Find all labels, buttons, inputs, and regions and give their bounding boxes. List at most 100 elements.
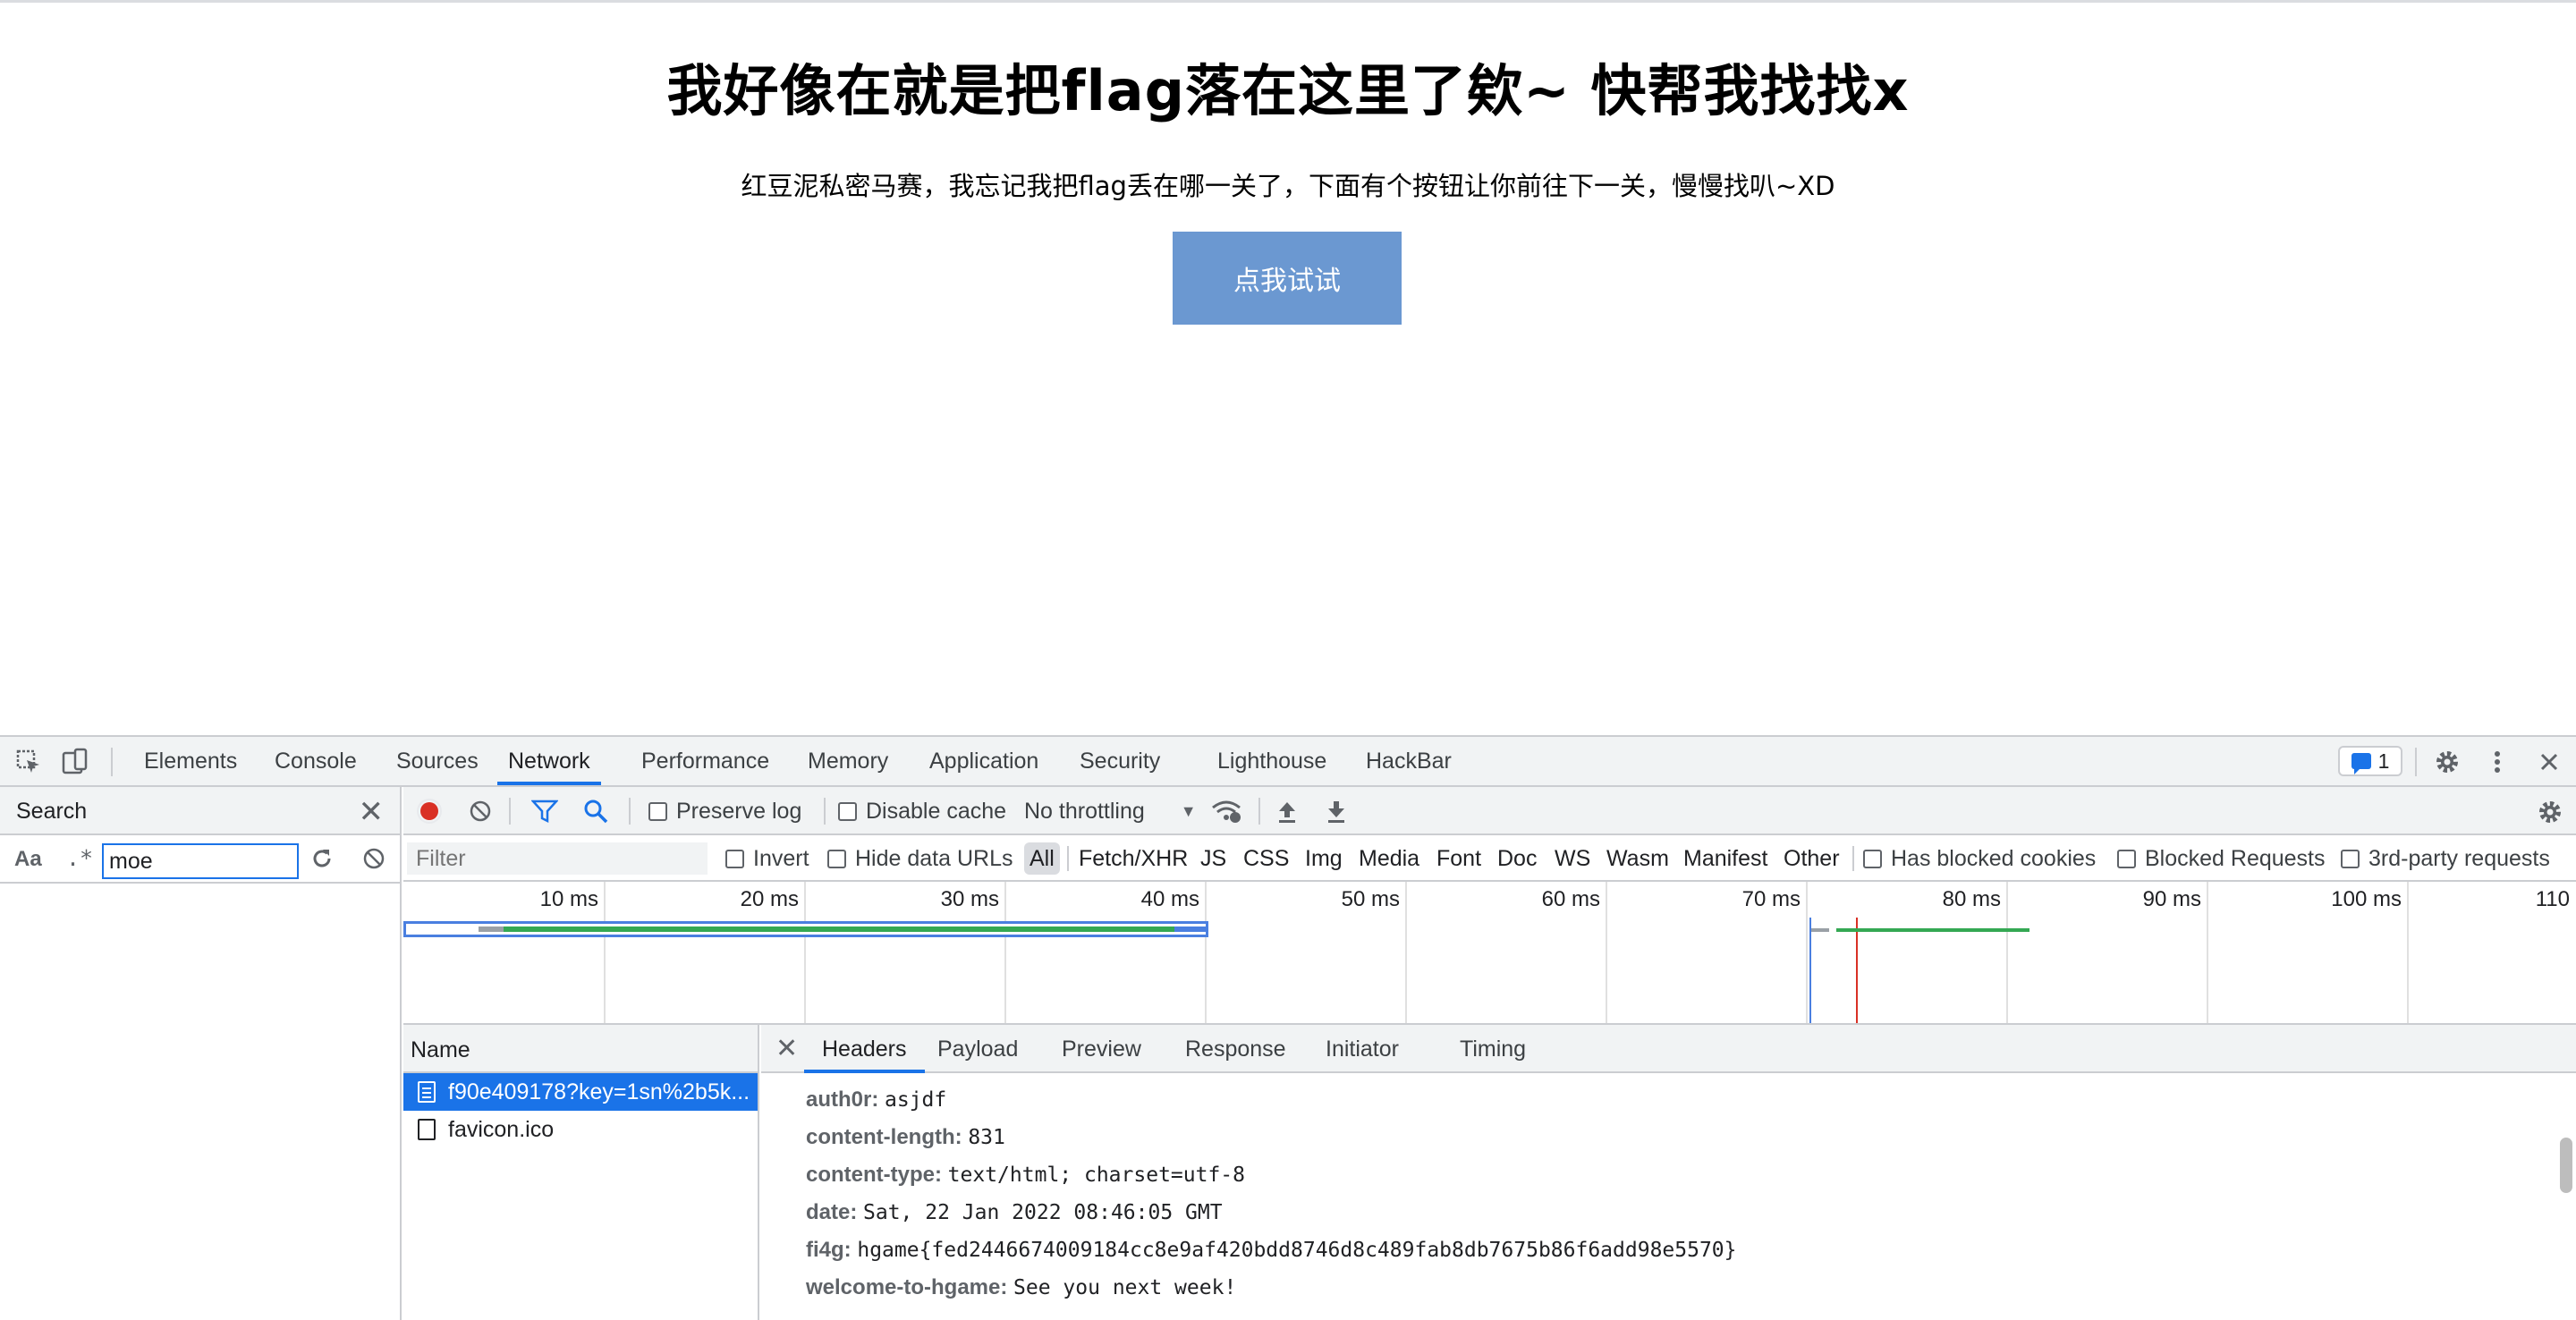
filter-type-wasm[interactable]: Wasm [1606,835,1669,882]
header-value: Sat, 22 Jan 2022 08:46:05 GMT [863,1201,1223,1224]
filter-type-img[interactable]: Img [1305,835,1343,882]
request-details: ✕ Headers Payload Preview Response Initi… [761,1025,2576,1320]
try-button[interactable]: 点我试试 [1173,232,1402,325]
filter-type-fetch-xhr[interactable]: Fetch/XHR [1079,835,1188,882]
search-title: Search [16,799,88,824]
divider [1067,846,1069,871]
match-case-toggle[interactable]: Aa [14,847,42,872]
network-overview-timeline[interactable]: 10 ms 20 ms 30 ms 40 ms 50 ms 60 ms 70 m… [403,882,2576,1025]
inspect-element-icon[interactable] [14,748,43,776]
devtools-panel: Elements Console Sources Network Perform… [0,735,2576,1320]
network-conditions-icon[interactable] [1210,799,1242,824]
hide-data-urls-checkbox[interactable] [827,849,846,868]
hide-data-urls-option[interactable]: Hide data URLs [827,835,1013,882]
third-party-checkbox[interactable] [2341,849,2360,868]
grid-line [2207,882,2208,1023]
filter-type-all[interactable]: All [1024,842,1060,875]
divider [1852,846,1854,871]
grid-line [2006,882,2008,1023]
device-toolbar-icon[interactable] [61,748,89,776]
tick-label: 40 ms [1140,887,1199,911]
tab-memory[interactable]: Memory [808,737,888,785]
header-line: auth0r: asjdf [806,1087,946,1113]
blocked-requests-label: Blocked Requests [2145,845,2326,871]
tab-preview[interactable]: Preview [1062,1025,1141,1073]
invert-checkbox[interactable] [725,849,744,868]
third-party-option[interactable]: 3rd-party requests [2341,835,2550,882]
close-icon[interactable]: ✕ [775,1033,798,1064]
tab-network[interactable]: Network [497,737,601,785]
request-download-bar [504,927,1174,932]
tab-lighthouse[interactable]: Lighthouse [1217,737,1326,785]
tab-elements[interactable]: Elements [144,737,237,785]
disable-cache-label: Disable cache [866,798,1007,824]
header-line: fi4g: hgame{fed2446674009184cc8e9af420bd… [806,1238,1737,1263]
tab-sources[interactable]: Sources [396,737,479,785]
details-scrollbar[interactable] [2560,1138,2572,1193]
close-icon[interactable]: ✕ [359,794,385,830]
invert-option[interactable]: Invert [725,835,809,882]
tab-performance[interactable]: Performance [641,737,769,785]
export-har-icon[interactable] [1325,799,1348,824]
throttling-select[interactable]: No throttling ▼ [1024,787,1197,835]
header-value: hgame{fed2446674009184cc8e9af420bdd8746d… [857,1239,1737,1262]
has-blocked-cookies-checkbox[interactable] [1863,849,1882,868]
network-settings-icon[interactable] [2536,798,2564,826]
settings-gear-icon[interactable] [2433,748,2462,776]
request-row[interactable]: favicon.ico [403,1111,758,1148]
clear-icon[interactable] [361,846,386,871]
refresh-icon[interactable] [309,846,335,871]
request-list: Name f90e409178?key=1sn%2b5k... favicon.… [403,1025,759,1320]
search-icon[interactable] [582,798,609,825]
tab-timing[interactable]: Timing [1460,1025,1526,1073]
tab-headers[interactable]: Headers [804,1025,925,1073]
header-line: welcome-to-hgame: See you next week! [806,1275,1236,1300]
request-row[interactable]: f90e409178?key=1sn%2b5k... [403,1073,758,1111]
tab-payload[interactable]: Payload [937,1025,1018,1073]
clear-log-icon[interactable] [468,799,493,824]
header-value: text/html; charset=utf-8 [947,1163,1246,1187]
filter-type-font[interactable]: Font [1436,835,1481,882]
blocked-requests-option[interactable]: Blocked Requests [2117,835,2326,882]
tab-security[interactable]: Security [1080,737,1160,785]
preserve-log-checkbox[interactable] [648,801,667,821]
preserve-log-option[interactable]: Preserve log [648,787,801,835]
page-title: 我好像在就是把flag落在这里了欸~ 快帮我找找x [666,58,1910,123]
grid-line [1806,882,1808,1023]
close-devtools-icon[interactable] [2535,748,2563,776]
filter-type-css[interactable]: CSS [1243,835,1289,882]
record-icon[interactable] [416,798,443,825]
filter-type-other[interactable]: Other [1784,835,1840,882]
issues-badge[interactable]: 1 [2338,746,2402,776]
blocked-requests-checkbox[interactable] [2117,849,2136,868]
hide-data-urls-label: Hide data URLs [855,845,1013,871]
tab-hackbar[interactable]: HackBar [1366,737,1452,785]
filter-type-manifest[interactable]: Manifest [1683,835,1767,882]
search-input[interactable] [102,843,299,879]
header-value: 831 [968,1126,1005,1149]
import-har-icon[interactable] [1275,799,1299,824]
regex-toggle[interactable]: .* [66,845,93,871]
tick-label: 60 ms [1541,887,1600,911]
third-party-label: 3rd-party requests [2368,845,2550,871]
filter-type-js[interactable]: JS [1200,835,1226,882]
divider [509,798,511,825]
disable-cache-checkbox[interactable] [838,801,857,821]
grid-line [604,882,606,1023]
more-options-icon[interactable] [2483,748,2512,776]
tab-application[interactable]: Application [929,737,1038,785]
filter-type-media[interactable]: Media [1359,835,1419,882]
has-blocked-cookies-option[interactable]: Has blocked cookies [1863,835,2096,882]
name-column-header[interactable]: Name [403,1025,758,1073]
disable-cache-option[interactable]: Disable cache [838,787,1006,835]
tab-response[interactable]: Response [1185,1025,1286,1073]
filter-type-ws[interactable]: WS [1555,835,1590,882]
search-row: Aa .* [0,835,400,884]
chevron-down-icon: ▼ [1180,801,1197,820]
tick-label: 110 [2535,887,2570,911]
tab-console[interactable]: Console [275,737,357,785]
filter-input[interactable] [407,842,708,875]
filter-icon[interactable] [531,799,558,824]
tab-initiator[interactable]: Initiator [1326,1025,1399,1073]
filter-type-doc[interactable]: Doc [1497,835,1537,882]
